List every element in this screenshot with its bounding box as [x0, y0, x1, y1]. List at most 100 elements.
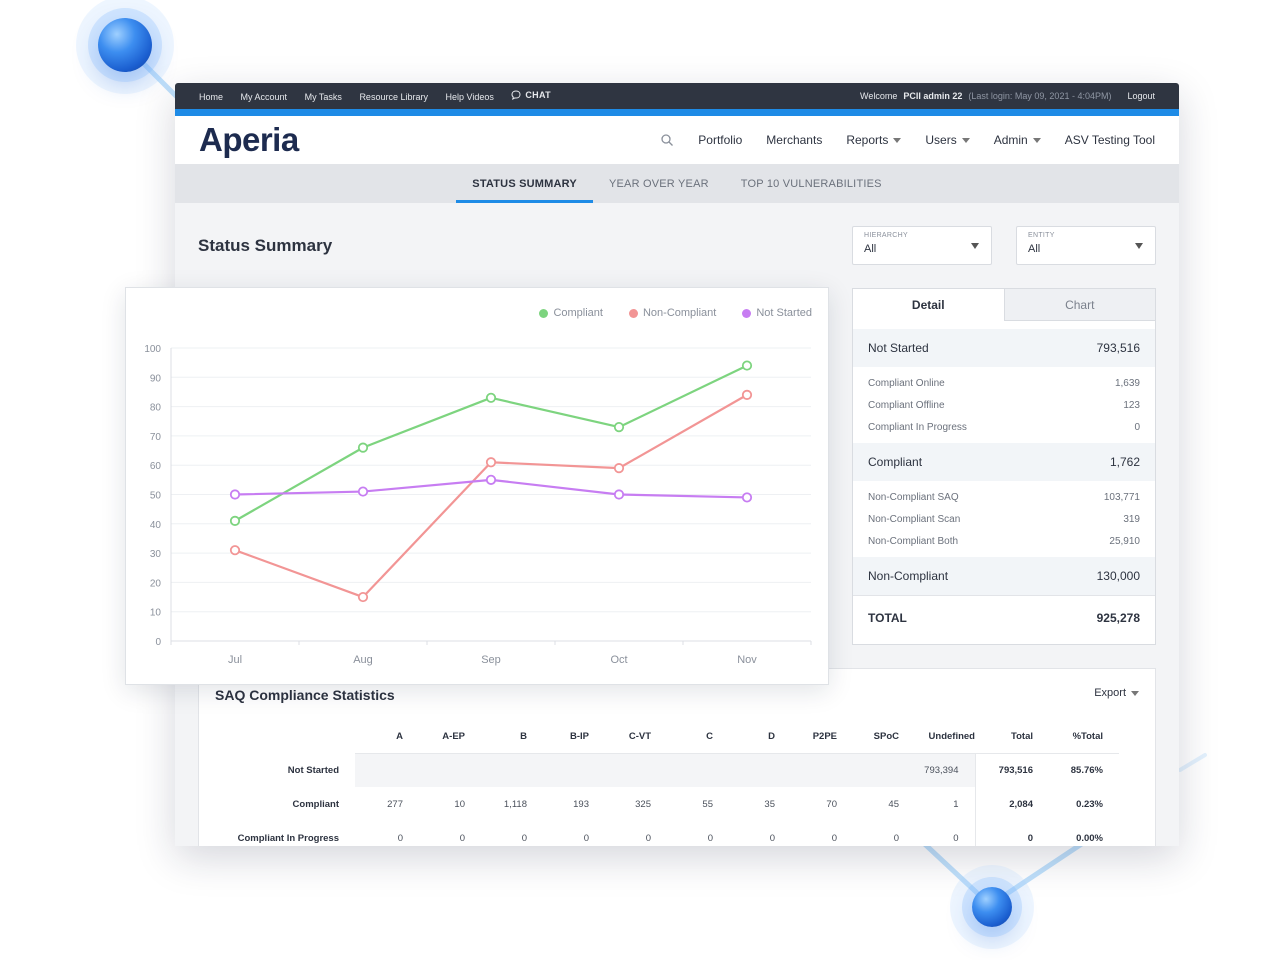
data-point: [485, 392, 497, 403]
x-tick-label: Aug: [353, 654, 373, 666]
aperia-logo[interactable]: Aperia: [199, 121, 299, 159]
column-header: C: [651, 721, 713, 754]
entity-value: All: [1028, 243, 1041, 255]
top-utility-bar: Home My Account My Tasks Resource Librar…: [175, 83, 1179, 109]
table-cell: 70: [826, 798, 837, 810]
data-point: [741, 360, 753, 371]
caret-down-icon: [1131, 690, 1139, 696]
table-cell: [589, 753, 651, 787]
table-cell: 0: [831, 832, 837, 844]
chat-button[interactable]: CHAT: [511, 90, 551, 100]
hierarchy-value: All: [864, 243, 877, 255]
table-cell: 0: [459, 832, 465, 844]
row-value: 793,516: [1096, 341, 1140, 355]
detail-tabs: Detail Chart: [853, 289, 1155, 321]
data-point: [485, 474, 497, 485]
row-label: Compliant: [292, 798, 339, 810]
detail-row: Compliant In Progress 0: [853, 416, 1155, 438]
nav-my-account[interactable]: My Account: [241, 92, 288, 102]
table-cell: 2,084: [974, 787, 1033, 821]
noncompliant-breakdown: Non-Compliant SAQ 103,771 Non-Compliant S…: [853, 481, 1155, 557]
row-label: Non-Compliant Both: [868, 535, 959, 547]
row-label: Not Started: [868, 341, 929, 355]
nav-merchants[interactable]: Merchants: [766, 133, 822, 147]
table-cell: 793,516: [974, 753, 1033, 787]
column-header: Undefined: [899, 721, 975, 754]
table-cell: 45: [888, 798, 899, 810]
data-point: [357, 591, 369, 603]
dropdown-caret-icon: [971, 243, 979, 249]
nav-home[interactable]: Home: [199, 92, 223, 102]
nav-my-tasks[interactable]: My Tasks: [305, 92, 342, 102]
y-tick-label: 50: [150, 491, 162, 502]
y-tick-label: 40: [150, 520, 162, 531]
main-nav: Portfolio Merchants Reports Users Admin …: [660, 133, 1155, 147]
detail-row: Compliant Online 1,639: [853, 372, 1155, 394]
logout-link[interactable]: Logout: [1127, 91, 1155, 101]
row-value: 130,000: [1096, 569, 1140, 583]
nav-users[interactable]: Users: [925, 133, 970, 147]
tab-detail[interactable]: Detail: [853, 289, 1004, 321]
tab-year-over-year[interactable]: YEAR OVER YEAR: [593, 164, 725, 203]
data-point: [485, 457, 497, 468]
entity-select[interactable]: ENTITY All: [1016, 226, 1156, 265]
nav-help-videos[interactable]: Help Videos: [445, 92, 493, 102]
table-cell: 1: [953, 798, 959, 810]
nav-resource-library[interactable]: Resource Library: [359, 92, 428, 102]
table-cell: 277: [387, 798, 403, 810]
welcome-text: Welcome: [860, 91, 898, 101]
column-header: A-EP: [403, 721, 465, 754]
x-tick-label: Oct: [610, 654, 627, 666]
line-chart-plot: 0 10 20 30 40 50 60 70 80 90 100 Jul Aug Sep Oct Nov: [144, 344, 812, 666]
decorative-sphere-top: [98, 18, 152, 72]
last-login: (Last login: May 09, 2021 - 4:04PM): [968, 91, 1112, 101]
table-cell: 0.00%: [1076, 832, 1103, 844]
detail-row-not-started: Not Started 793,516: [853, 329, 1155, 367]
data-point: [613, 422, 625, 433]
y-tick-label: 20: [150, 578, 162, 589]
table-cell: 0: [397, 832, 403, 844]
column-header: D: [713, 721, 775, 754]
nav-portfolio[interactable]: Portfolio: [698, 133, 742, 147]
column-header: P2PE: [775, 721, 837, 754]
tab-status-summary[interactable]: STATUS SUMMARY: [456, 164, 593, 203]
row-label: Non-Compliant SAQ: [868, 491, 959, 503]
export-label: Export: [1094, 687, 1126, 699]
data-point: [741, 492, 753, 503]
saq-title: SAQ Compliance Statistics: [215, 687, 395, 703]
nav-admin[interactable]: Admin: [994, 133, 1041, 147]
row-label-header: [199, 721, 355, 753]
status-line-chart-card: Compliant Non-Compliant Not Started 0 10 2…: [125, 287, 829, 685]
tab-top-10-vulnerabilities[interactable]: TOP 10 VULNERABILITIES: [725, 164, 898, 203]
table-cell: 793,394: [899, 753, 975, 787]
table-row: Compliant 277 10 1,118 193 325 55 35 70 …: [199, 787, 1119, 821]
nav-asv-testing-tool[interactable]: ASV Testing Tool: [1065, 133, 1155, 147]
export-button[interactable]: Export: [1094, 687, 1139, 699]
row-value: 25,910: [1109, 535, 1140, 547]
detail-row-total: TOTAL 925,278: [853, 595, 1155, 639]
search-icon[interactable]: [660, 133, 674, 147]
row-label: Not Started: [287, 764, 339, 776]
nav-reports[interactable]: Reports: [846, 133, 902, 147]
tab-chart[interactable]: Chart: [1003, 289, 1155, 321]
hierarchy-select[interactable]: HIERARCHY All: [852, 226, 992, 265]
row-label: Compliant Online: [868, 377, 945, 389]
y-tick-label: 80: [150, 403, 162, 414]
row-label: Compliant In Progress: [868, 421, 967, 433]
row-value: 925,278: [1096, 610, 1140, 625]
series-line: [234, 364, 748, 522]
utility-nav: Home My Account My Tasks Resource Librar…: [199, 90, 551, 102]
table-row: Compliant In Progress 0 0 0 0 0 0 0 0 0 …: [199, 821, 1119, 846]
table-cell: 193: [573, 798, 589, 810]
table-cell: [775, 753, 837, 787]
y-tick-label: 0: [155, 637, 161, 648]
table-cell: [403, 753, 465, 787]
column-header: Total: [975, 721, 1033, 754]
chat-label: CHAT: [525, 90, 551, 100]
saq-table: A A-EP B B-IP C-VT C D P2PE SPoC Undefin…: [199, 721, 1119, 846]
column-header: A: [355, 721, 403, 754]
y-tick-label: 30: [150, 549, 162, 560]
nav-users-label: Users: [925, 133, 957, 147]
table-cell: 1,118: [503, 798, 527, 810]
detail-panel: Detail Chart Not Started 793,516 Complia…: [852, 288, 1156, 645]
